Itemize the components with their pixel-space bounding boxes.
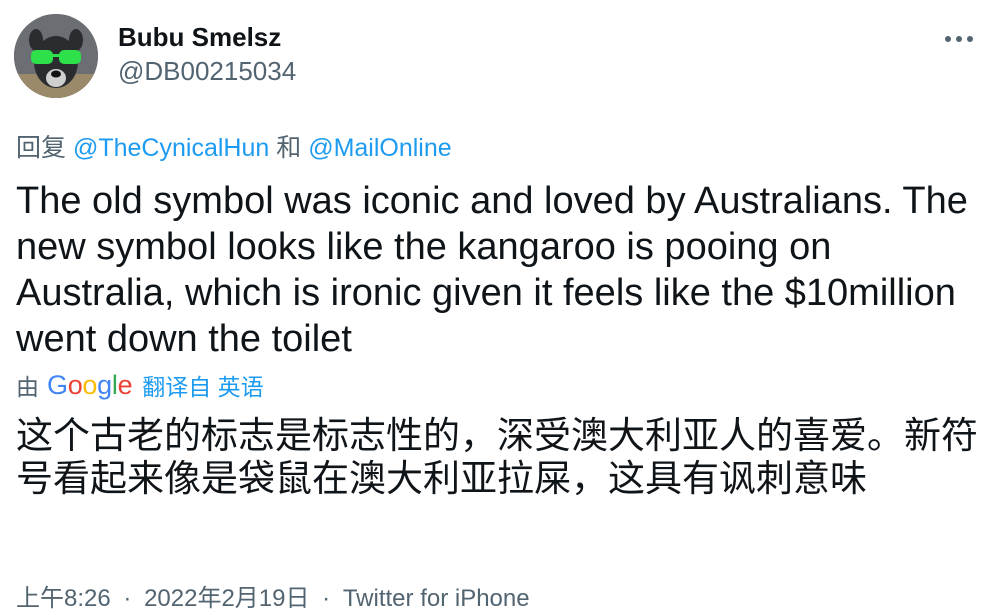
user-handle[interactable]: @DB00215034	[118, 56, 296, 87]
reply-prefix: 回复	[16, 134, 67, 162]
tweet-text: The old symbol was iconic and loved by A…	[16, 180, 968, 360]
meta-separator: ·	[322, 585, 331, 612]
tweet-time[interactable]: 上午8:26	[16, 585, 111, 612]
more-horizontal-icon	[945, 36, 973, 42]
google-logo-letter: g	[97, 369, 112, 400]
google-logo-letter: e	[117, 369, 133, 400]
tweet-card: Bubu Smelsz @DB00215034 回复 @TheCynicalHu…	[0, 0, 992, 615]
tweet-meta: 上午8:26 · 2022年2月19日 · Twitter for iPhone	[16, 578, 530, 613]
translated-from-link[interactable]: 翻译自 英语	[142, 368, 263, 402]
google-logo-letter: o	[82, 369, 98, 400]
mention-link-mailonline[interactable]: @MailOnline	[308, 134, 451, 162]
translated-text: 这个古老的标志是标志性的，深受澳大利亚人的喜爱。新符号看起来像是袋鼠在澳大利亚拉…	[16, 414, 978, 500]
google-logo-letter: o	[67, 369, 83, 400]
google-logo-letter: G	[47, 369, 68, 400]
avatar[interactable]	[14, 14, 98, 98]
display-name[interactable]: Bubu Smelsz	[118, 22, 281, 53]
tweet-date[interactable]: 2022年2月19日	[144, 585, 309, 612]
translation-prefix: 由	[16, 374, 39, 400]
more-options-button[interactable]	[942, 22, 976, 56]
meta-separator: ·	[123, 585, 132, 612]
translation-attribution: 由 Google 翻译自 英语	[16, 368, 264, 402]
google-logo: Google	[47, 369, 133, 401]
dog-avatar-icon	[14, 14, 98, 98]
mention-link-thecynicalhun[interactable]: @TheCynicalHun	[73, 134, 269, 162]
reply-conjunction: 和	[276, 134, 302, 162]
reply-context: 回复 @TheCynicalHun 和 @MailOnline	[16, 128, 452, 164]
tweet-source[interactable]: Twitter for iPhone	[343, 585, 530, 612]
